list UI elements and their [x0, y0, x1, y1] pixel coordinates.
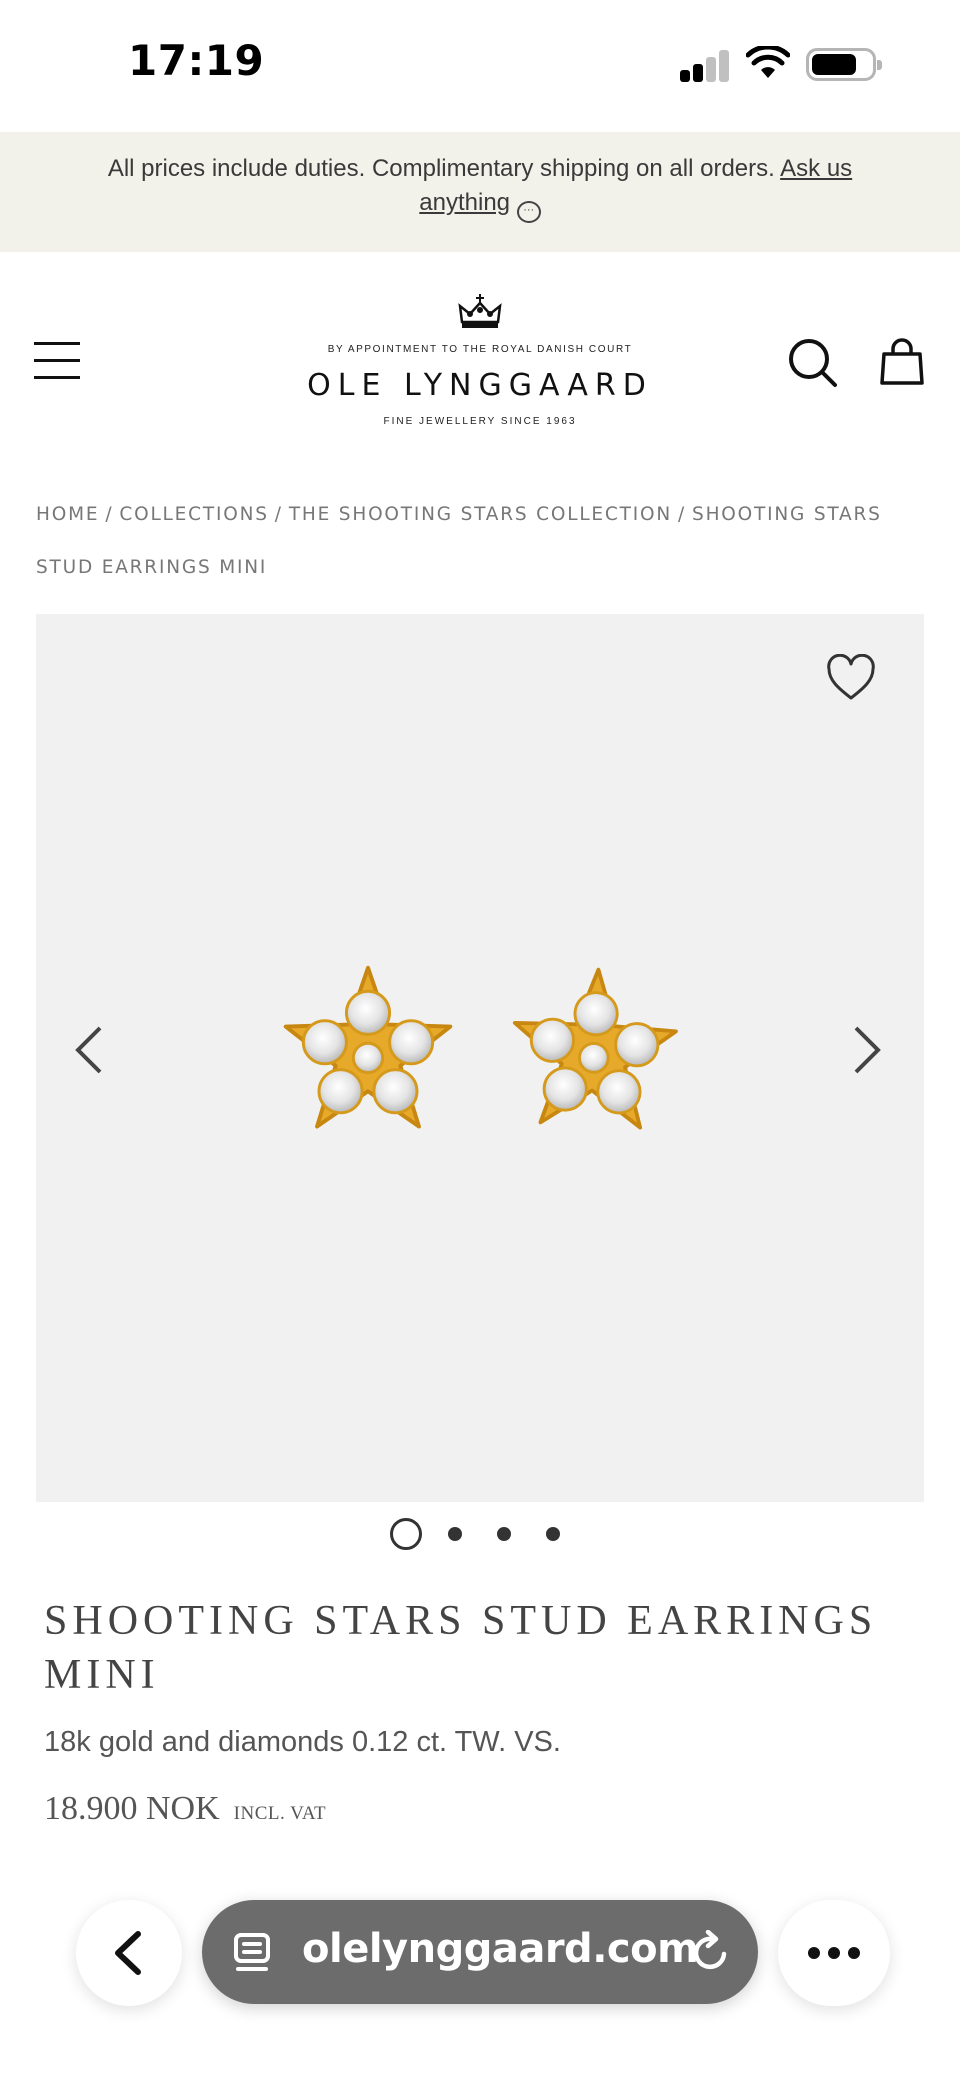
announcement-message: All prices include duties. Complimentary…	[107, 155, 775, 182]
breadcrumb-separator: /	[105, 504, 114, 525]
menu-icon[interactable]	[34, 340, 82, 380]
ask-us-link[interactable]: Ask us	[780, 155, 852, 182]
more-icon	[808, 1947, 860, 1959]
crown-icon	[458, 294, 502, 328]
anything-link[interactable]: anything	[419, 189, 510, 216]
announcement-text: All prices include duties. Complimentary…	[70, 152, 890, 223]
breadcrumb-collection[interactable]: THE SHOOTING STARS COLLECTION	[289, 504, 672, 525]
chevron-left-icon[interactable]	[72, 1024, 108, 1076]
breadcrumb-separator: /	[678, 504, 687, 525]
gallery-dot[interactable]	[497, 1527, 511, 1541]
vat-label: INCL. VAT	[233, 1803, 327, 1824]
price-value: 18.900 NOK	[44, 1790, 220, 1827]
heart-icon[interactable]	[826, 654, 876, 702]
bag-icon[interactable]	[880, 338, 924, 386]
battery-icon	[806, 48, 882, 81]
breadcrumb-home[interactable]: HOME	[36, 504, 99, 525]
product-price: 18.900 NOK INCL. VAT	[44, 1790, 326, 1828]
signal-icon	[680, 48, 730, 82]
chevron-right-icon[interactable]	[848, 1024, 884, 1076]
status-time: 17:19	[128, 36, 265, 85]
breadcrumb-collections[interactable]: COLLECTIONS	[119, 504, 268, 525]
logo[interactable]: OLE LYNGGAARD	[260, 368, 700, 403]
url-text[interactable]: olelynggaard.com	[302, 1926, 699, 1972]
page-icon	[234, 1933, 270, 1971]
back-button[interactable]	[76, 1900, 182, 2006]
back-chevron-icon	[115, 1931, 141, 1975]
logo-tagline: BY APPOINTMENT TO THE ROYAL DANISH COURT	[327, 344, 633, 355]
product-title: SHOOTING STARS STUD EARRINGS MINI	[44, 1598, 878, 1698]
logo-subtitle: FINE JEWELLERY SINCE 1963	[383, 416, 577, 427]
wifi-icon	[746, 46, 790, 78]
product-image	[283, 963, 681, 1132]
gallery-dot[interactable]	[546, 1527, 560, 1541]
gallery-dot-active[interactable]	[390, 1518, 422, 1550]
gallery-dot[interactable]	[448, 1527, 462, 1541]
chat-icon[interactable]: ···	[516, 201, 541, 223]
product-description: 18k gold and diamonds 0.12 ct. TW. VS.	[44, 1726, 561, 1758]
breadcrumb-separator: /	[274, 504, 283, 525]
breadcrumb: HOME / COLLECTIONS / THE SHOOTING STARS COLL…	[36, 488, 916, 594]
gallery-pagination	[390, 1518, 570, 1552]
more-button[interactable]	[778, 1900, 890, 2006]
search-icon[interactable]	[788, 338, 838, 388]
